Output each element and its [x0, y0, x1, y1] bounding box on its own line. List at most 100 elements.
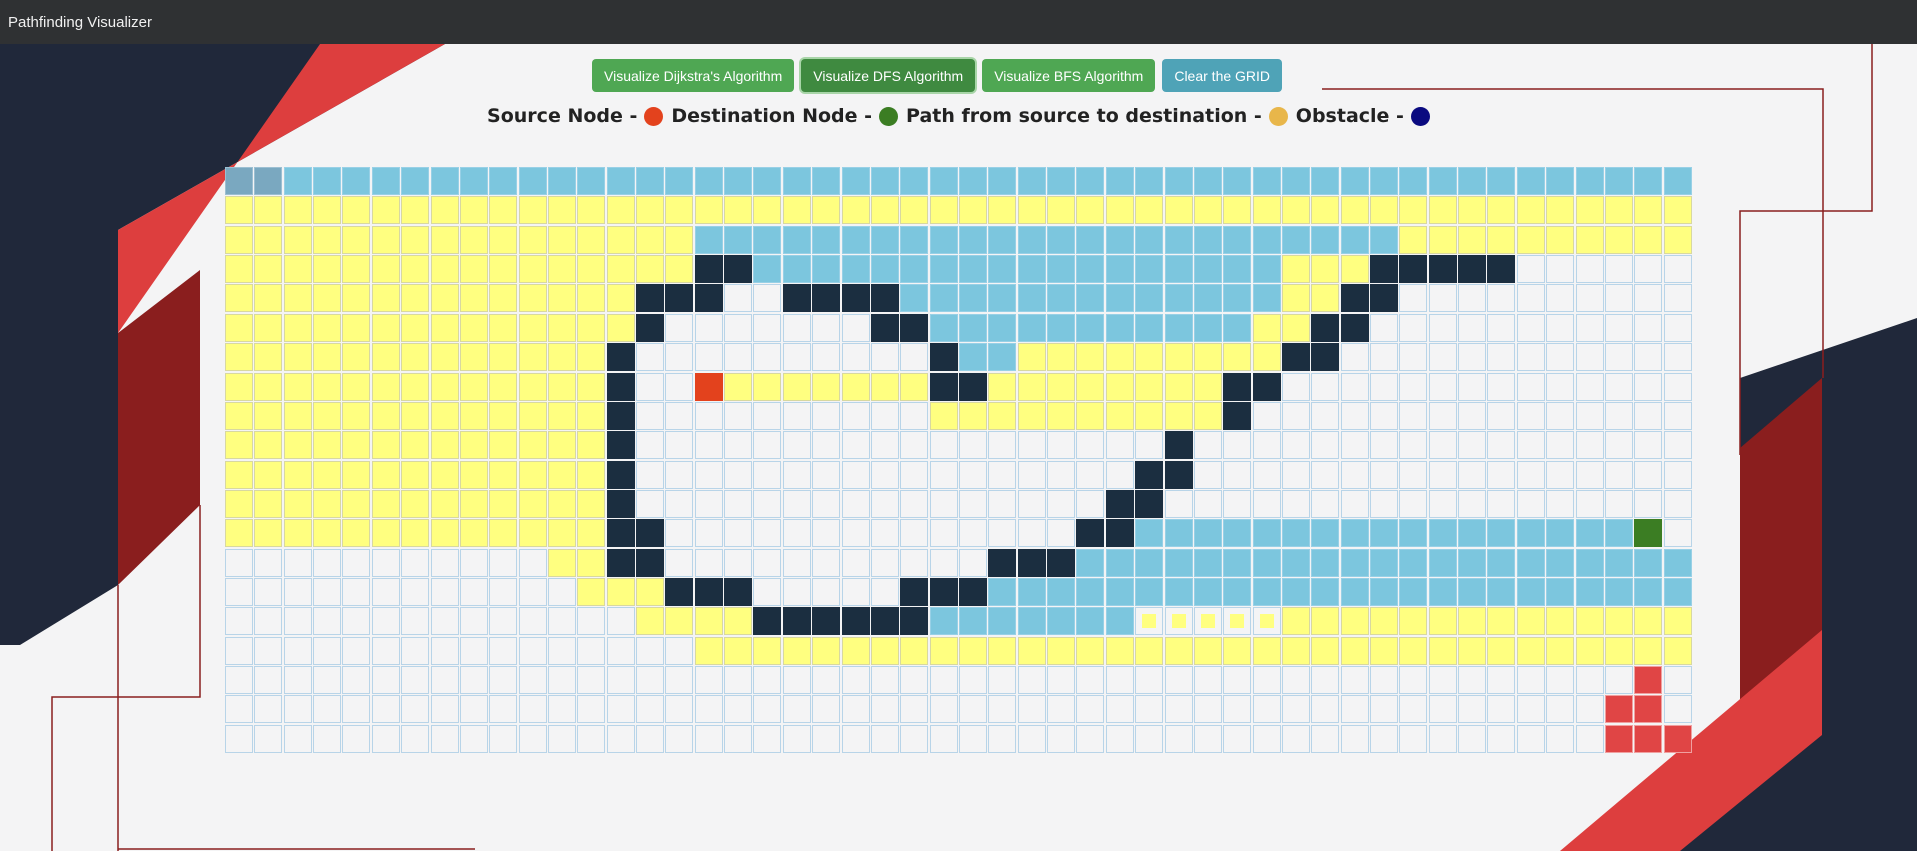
grid-cell-visited[interactable]: [1252, 548, 1281, 577]
grid-cell-path[interactable]: [753, 636, 782, 665]
grid-cell-empty[interactable]: [636, 489, 665, 518]
grid-cell-path[interactable]: [430, 489, 459, 518]
grid-cell-path[interactable]: [459, 284, 488, 313]
grid-cell-empty[interactable]: [724, 548, 753, 577]
grid-cell-empty[interactable]: [1105, 431, 1134, 460]
grid-cell-wall[interactable]: [694, 578, 723, 607]
grid-cell-empty[interactable]: [1575, 489, 1604, 518]
grid-cell-path[interactable]: [459, 196, 488, 225]
grid-cell-empty[interactable]: [724, 489, 753, 518]
grid-cell-empty[interactable]: [1281, 724, 1310, 753]
grid-cell-empty[interactable]: [782, 460, 811, 489]
grid-cell-empty[interactable]: [694, 401, 723, 430]
grid-cell-empty[interactable]: [1663, 666, 1692, 695]
grid-cell-visited[interactable]: [1281, 578, 1310, 607]
grid-cell-empty[interactable]: [665, 343, 694, 372]
grid-cell-empty[interactable]: [1193, 666, 1222, 695]
grid-cell-path[interactable]: [401, 460, 430, 489]
grid-cell-visited[interactable]: [1340, 519, 1369, 548]
grid-cell-empty[interactable]: [753, 489, 782, 518]
grid-cell-path[interactable]: [371, 225, 400, 254]
grid-cell-empty[interactable]: [1370, 666, 1399, 695]
grid-cell-empty[interactable]: [694, 343, 723, 372]
grid-cell-visited[interactable]: [1135, 284, 1164, 313]
grid-cell-visited[interactable]: [1634, 167, 1663, 195]
grid-cell-visited[interactable]: [1105, 548, 1134, 577]
grid-cell-visited[interactable]: [518, 167, 547, 195]
grid-cell-empty[interactable]: [724, 401, 753, 430]
grid-cell-path[interactable]: [371, 489, 400, 518]
grid-cell-wall[interactable]: [1311, 343, 1340, 372]
grid-cell-empty[interactable]: [1663, 431, 1692, 460]
grid-cell-empty[interactable]: [1634, 489, 1663, 518]
grid-cell-visited[interactable]: [1604, 519, 1633, 548]
grid-cell-path[interactable]: [636, 255, 665, 284]
grid-cell-empty[interactable]: [1516, 460, 1545, 489]
grid-cell-empty[interactable]: [518, 695, 547, 724]
grid-cell-empty[interactable]: [1311, 666, 1340, 695]
grid-cell-path[interactable]: [870, 636, 899, 665]
grid-cell-empty[interactable]: [1546, 313, 1575, 342]
grid-cell-visited[interactable]: [753, 167, 782, 195]
grid-cell-path[interactable]: [812, 372, 841, 401]
grid-cell-wall[interactable]: [606, 489, 635, 518]
grid-cell-empty[interactable]: [1428, 372, 1457, 401]
grid-cell-path[interactable]: [606, 255, 635, 284]
grid-cell-empty[interactable]: [812, 578, 841, 607]
grid-cell-path[interactable]: [225, 431, 253, 460]
grid-cell-path[interactable]: [342, 401, 371, 430]
grid-cell-empty[interactable]: [1428, 695, 1457, 724]
grid-cell-empty[interactable]: [1458, 313, 1487, 342]
grid-cell-empty[interactable]: [1516, 343, 1545, 372]
grid-cell-visited[interactable]: [1164, 167, 1193, 195]
grid-cell-path[interactable]: [1311, 284, 1340, 313]
grid-cell-empty[interactable]: [1663, 255, 1692, 284]
grid-cell-empty[interactable]: [753, 724, 782, 753]
grid-cell-path[interactable]: [1223, 636, 1252, 665]
grid-cell-empty[interactable]: [547, 636, 576, 665]
grid-cell-wall[interactable]: [694, 255, 723, 284]
grid-cell-empty[interactable]: [1428, 284, 1457, 313]
grid-cell-empty[interactable]: [900, 724, 929, 753]
grid-cell-empty[interactable]: [1311, 489, 1340, 518]
grid-cell-empty[interactable]: [1516, 724, 1545, 753]
grid-cell-wall[interactable]: [929, 343, 958, 372]
grid-cell-empty[interactable]: [929, 724, 958, 753]
grid-cell-empty[interactable]: [1575, 343, 1604, 372]
grid-cell-visited[interactable]: [1663, 578, 1692, 607]
grid-cell-path[interactable]: [489, 255, 518, 284]
grid-cell-empty[interactable]: [636, 724, 665, 753]
grid-cell-visited[interactable]: [958, 313, 987, 342]
grid-cell-wall[interactable]: [1428, 255, 1457, 284]
grid-cell-path[interactable]: [577, 372, 606, 401]
grid-cell-path[interactable]: [342, 284, 371, 313]
grid-cell-empty[interactable]: [225, 724, 253, 753]
grid-cell-visited[interactable]: [929, 167, 958, 195]
grid-cell-empty[interactable]: [841, 401, 870, 430]
grid-cell-wall[interactable]: [1252, 372, 1281, 401]
grid-cell-visited[interactable]: [1017, 255, 1046, 284]
grid-cell-empty[interactable]: [782, 401, 811, 430]
grid-cell-path[interactable]: [1340, 607, 1369, 636]
grid-cell-path[interactable]: [342, 431, 371, 460]
grid-cell-path[interactable]: [459, 313, 488, 342]
grid-cell-empty[interactable]: [1634, 284, 1663, 313]
grid-cell-visited[interactable]: [694, 225, 723, 254]
grid-cell-visited[interactable]: [841, 255, 870, 284]
grid-cell-path[interactable]: [753, 196, 782, 225]
grid-cell-empty[interactable]: [900, 695, 929, 724]
grid-cell-empty[interactable]: [1105, 695, 1134, 724]
grid-cell-visited[interactable]: [1634, 666, 1663, 695]
grid-cell-path[interactable]: [518, 401, 547, 430]
grid-cell-visited[interactable]: [1516, 548, 1545, 577]
grid-cell-wall[interactable]: [900, 607, 929, 636]
grid-cell-empty[interactable]: [870, 519, 899, 548]
grid-cell-empty[interactable]: [1281, 666, 1310, 695]
grid-cell-empty[interactable]: [782, 695, 811, 724]
grid-cell-empty[interactable]: [870, 460, 899, 489]
grid-cell-empty[interactable]: [313, 548, 342, 577]
grid-cell-empty[interactable]: [342, 636, 371, 665]
grid-cell-visited[interactable]: [1604, 167, 1633, 195]
grid-cell-visited[interactable]: [1135, 519, 1164, 548]
grid-cell-empty[interactable]: [459, 695, 488, 724]
